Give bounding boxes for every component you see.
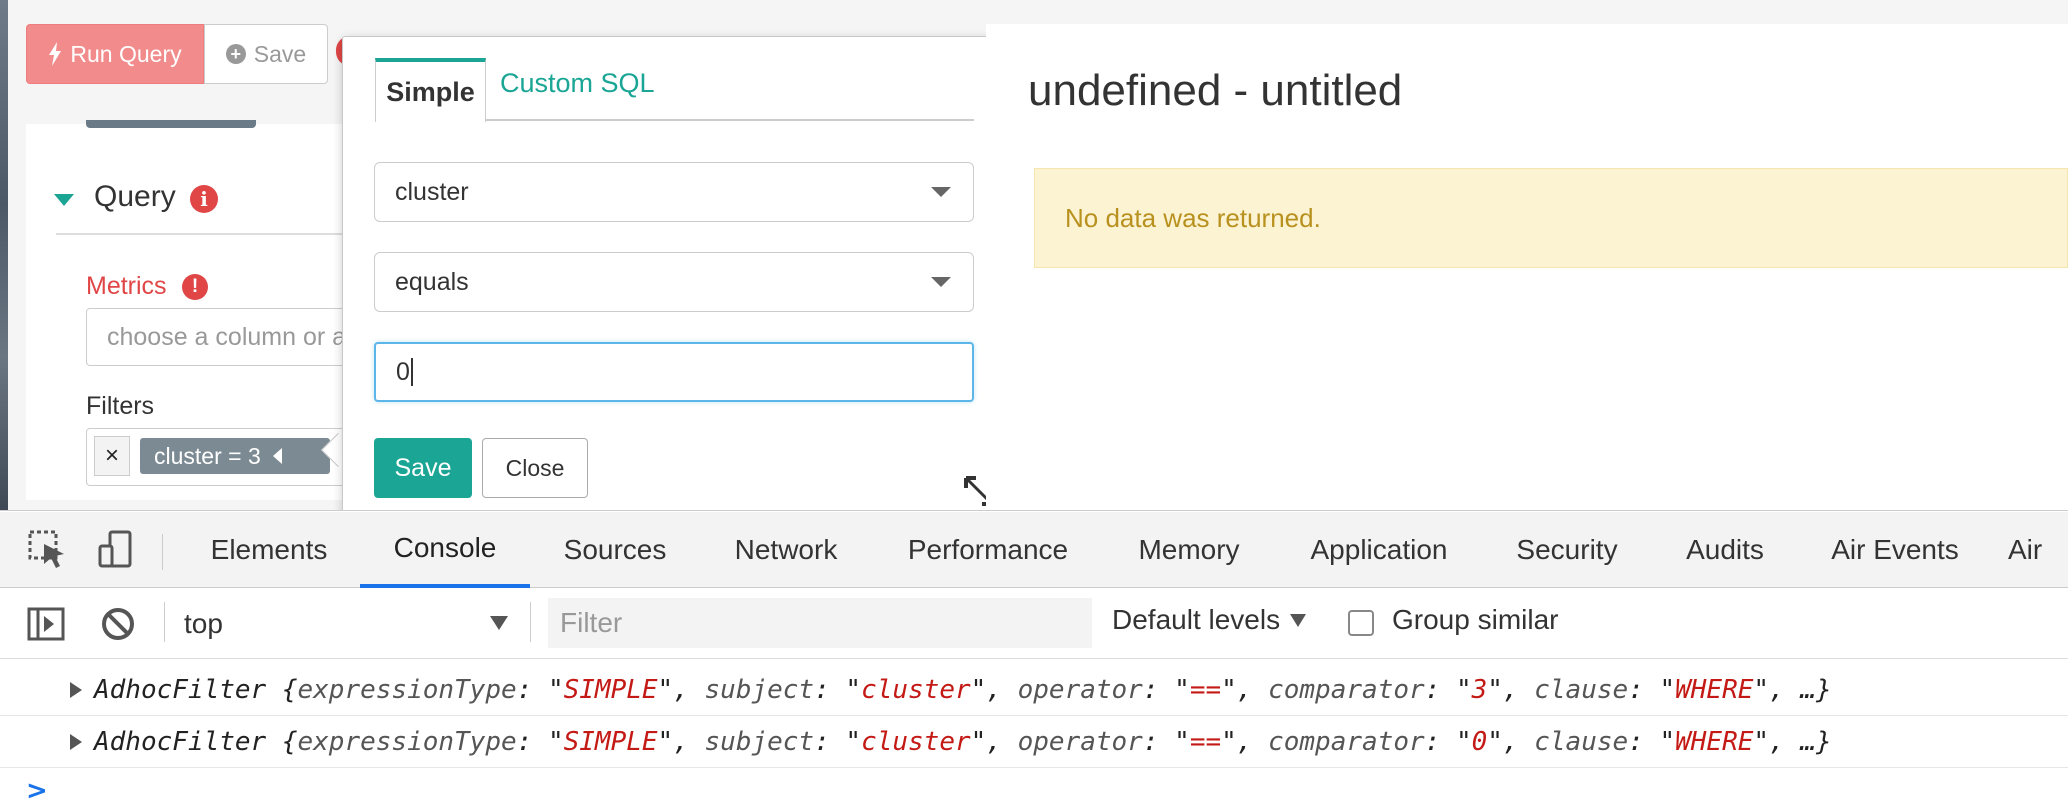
tab-performance[interactable]: Performance (890, 512, 1086, 588)
section-title-query[interactable]: Query (94, 180, 176, 214)
tab-elements[interactable]: Elements (194, 512, 344, 588)
expand-triangle-icon[interactable] (70, 734, 82, 750)
save-chart-button[interactable]: + Save (204, 24, 328, 84)
exclamation-icon: ! (182, 274, 208, 300)
caret-left-icon (272, 448, 282, 464)
caret-down-icon (931, 187, 951, 197)
tab-air-events[interactable]: Air Events (1816, 512, 1974, 588)
tab-memory[interactable]: Memory (1124, 512, 1254, 588)
group-similar-label: Group similar (1392, 604, 1559, 635)
collapsed-control-strip (86, 120, 256, 128)
inspect-icon[interactable] (26, 528, 70, 572)
tab-sources[interactable]: Sources (546, 512, 684, 588)
comparator-value: 0 (396, 357, 410, 386)
window-edge (0, 0, 8, 510)
caret-down-icon[interactable] (54, 194, 74, 206)
filter-tag-label: cluster = 3 (154, 442, 261, 469)
metrics-label: Metrics (86, 272, 167, 300)
tab-security[interactable]: Security (1500, 512, 1634, 588)
plus-circle-icon: + (225, 44, 246, 64)
run-query-label: Run Query (70, 40, 182, 67)
metrics-select[interactable]: choose a column or aggregate function (86, 308, 348, 366)
toolbar-divider (162, 534, 163, 570)
tab-custom-sql[interactable]: Custom SQL (500, 68, 655, 99)
run-query-button[interactable]: Run Query (26, 24, 204, 84)
console-log-entry[interactable]: AdhocFilter {expressionType: "SIMPLE", s… (0, 716, 2068, 768)
tab-network[interactable]: Network (714, 512, 858, 588)
operator-select[interactable]: equals (374, 252, 974, 312)
group-similar-checkbox[interactable] (1348, 610, 1374, 636)
context-value: top (184, 608, 223, 639)
log-content: AdhocFilter {expressionType: "SIMPLE", s… (94, 674, 1832, 705)
log-levels-dropdown[interactable]: Default levels (1112, 604, 1307, 636)
bolt-icon (49, 42, 62, 66)
console-filter-input[interactable]: Filter (548, 598, 1092, 648)
remove-filter-button[interactable]: × (94, 436, 130, 476)
tab-simple[interactable]: Simple (375, 58, 486, 122)
expand-triangle-icon[interactable] (70, 682, 82, 698)
sidebar-toggle-icon[interactable] (26, 604, 66, 644)
console-log-entry[interactable]: AdhocFilter {expressionType: "SIMPLE", s… (0, 664, 2068, 716)
info-icon: i (190, 185, 218, 213)
save-chart-label: Save (253, 40, 307, 67)
operator-value: equals (395, 267, 469, 296)
toolbar-divider (530, 602, 531, 642)
context-select[interactable]: top (184, 604, 514, 644)
log-content: AdhocFilter {expressionType: "SIMPLE", s… (94, 726, 1832, 757)
clear-console-icon[interactable] (98, 604, 138, 644)
filters-label: Filters (86, 392, 155, 420)
filter-tag[interactable]: cluster = 3 (140, 438, 330, 474)
subject-select[interactable]: cluster (374, 162, 974, 222)
tab-air[interactable]: Air (2008, 512, 2068, 588)
text-cursor (410, 358, 413, 386)
toolbar-divider (164, 602, 165, 642)
device-icon[interactable] (94, 528, 138, 572)
caret-down-icon (931, 277, 951, 287)
tab-audits[interactable]: Audits (1666, 512, 1784, 588)
tab-application[interactable]: Application (1290, 512, 1468, 588)
tab-divider (486, 119, 974, 121)
subject-value: cluster (395, 177, 469, 206)
comparator-input[interactable]: 0 (374, 342, 974, 402)
close-popover-button[interactable]: Close (482, 438, 588, 498)
caret-down-icon (1290, 613, 1307, 627)
no-data-alert: No data was returned. (1034, 168, 2068, 268)
log-levels-label: Default levels (1112, 604, 1281, 635)
tab-console[interactable]: Console (360, 512, 530, 588)
save-filter-button[interactable]: Save (374, 438, 472, 498)
chart-title: undefined - untitled (1028, 66, 1403, 115)
caret-down-icon (490, 616, 508, 630)
section-divider (56, 233, 346, 235)
